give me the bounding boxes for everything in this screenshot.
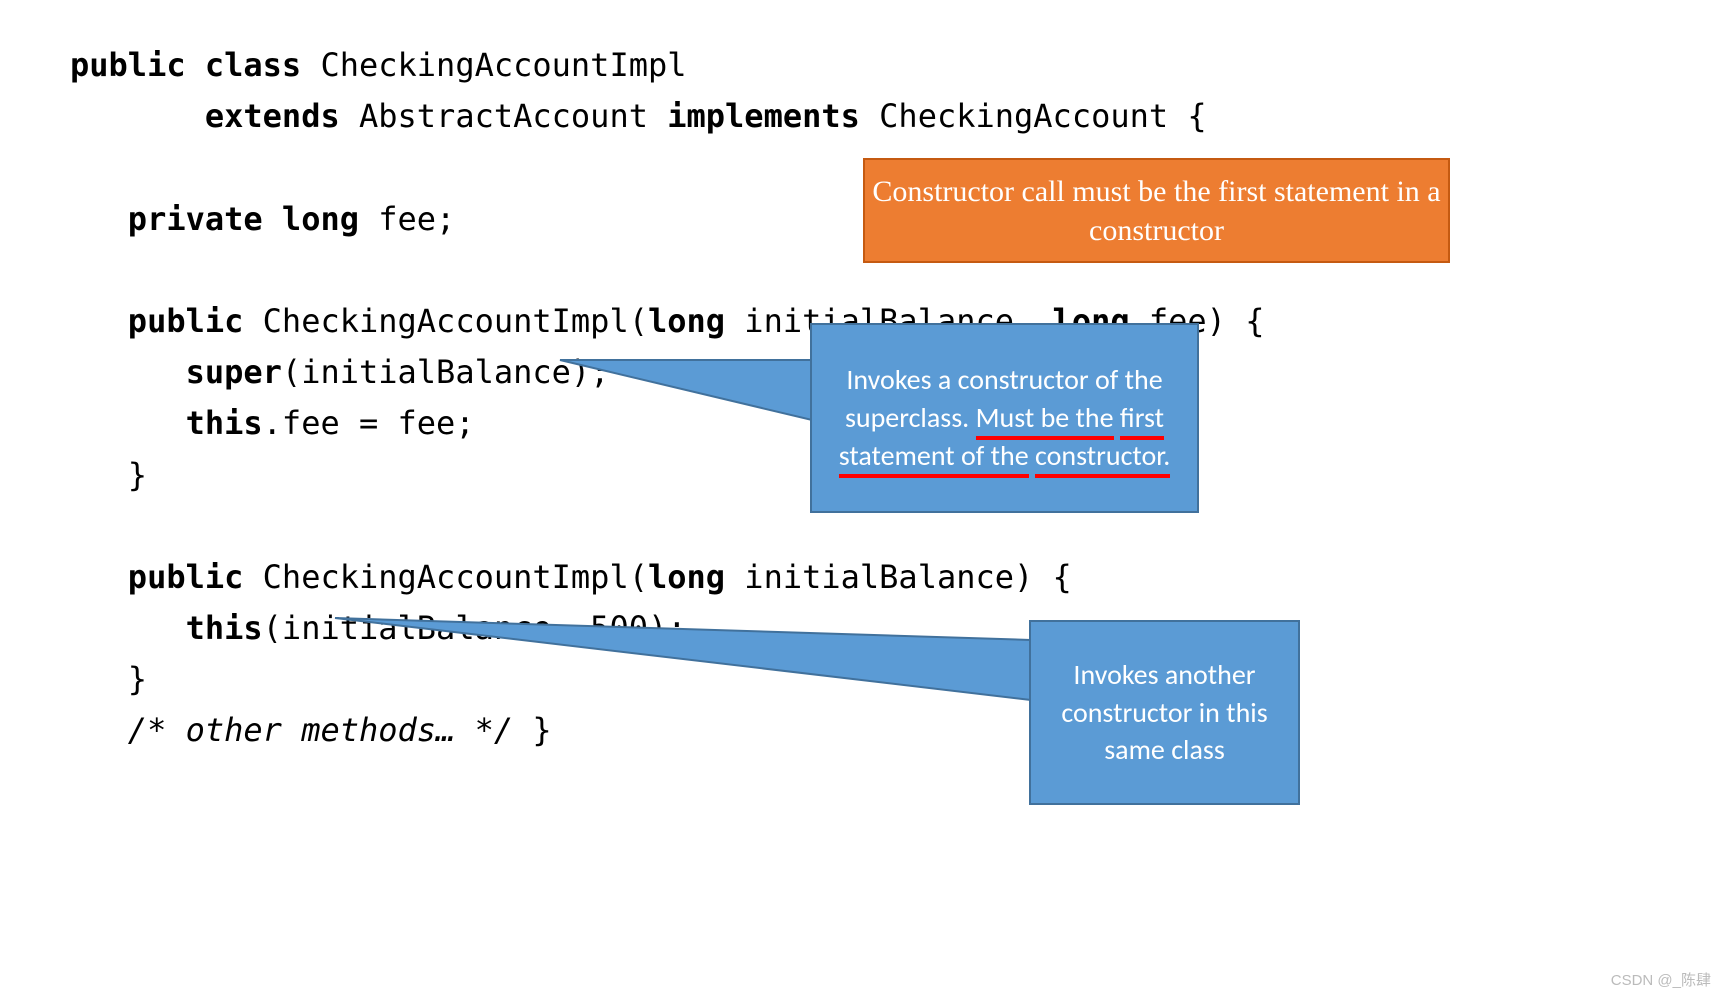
txt-classname: CheckingAccountImpl (301, 46, 686, 84)
txt-param1: initialBalance) { (725, 558, 1072, 596)
txt-close-brace: } (70, 660, 147, 698)
kw-super: super (186, 353, 282, 391)
txt-close-brace: } (70, 456, 147, 494)
indent (70, 558, 128, 596)
indent (70, 97, 205, 135)
txt-ctor1-name: CheckingAccountImpl( (243, 302, 648, 340)
kw-this: this (186, 404, 263, 442)
callout-invokes-this-class: Invokes another constructor in this same… (1029, 620, 1300, 805)
kw-extends: extends (205, 97, 340, 135)
callout-text: Invokes another constructor in this same… (1041, 656, 1288, 769)
kw-private-long: private long (128, 200, 359, 238)
kw-implements: implements (667, 97, 860, 135)
txt-implements: CheckingAccount { (860, 97, 1207, 135)
txt-comment-other-methods: /* other methods… */ (128, 711, 513, 749)
indent (70, 609, 186, 647)
indent (70, 711, 128, 749)
space (1114, 400, 1120, 435)
callout-underline: constructor. (1035, 438, 1170, 478)
kw-public-class: public class (70, 46, 301, 84)
credit-text: CSDN @_陈肆 (1611, 969, 1711, 990)
kw-public: public (128, 558, 244, 596)
kw-long: long (648, 558, 725, 596)
callout-text: Invokes a constructor of the superclass.… (822, 361, 1187, 474)
indent (70, 302, 128, 340)
txt-field-fee: fee; (359, 200, 455, 238)
txt-assign-fee: .fee = fee; (263, 404, 475, 442)
txt-this-args: (initialBalance, 500); (263, 609, 687, 647)
kw-long: long (648, 302, 725, 340)
txt-final-brace: } (513, 711, 552, 749)
callout-underline: Must be the (976, 400, 1114, 440)
callout-text: Constructor call must be the first state… (869, 172, 1444, 250)
kw-this-call: this (186, 609, 263, 647)
callout-invokes-superclass: Invokes a constructor of the superclass.… (810, 323, 1199, 513)
txt-extends: AbstractAccount (340, 97, 668, 135)
txt-super-args: (initialBalance); (282, 353, 610, 391)
indent (70, 404, 186, 442)
callout-constructor-first-statement: Constructor call must be the first state… (863, 158, 1450, 263)
indent (70, 200, 128, 238)
txt-ctor2-name: CheckingAccountImpl( (243, 558, 648, 596)
kw-public: public (128, 302, 244, 340)
indent (70, 353, 186, 391)
